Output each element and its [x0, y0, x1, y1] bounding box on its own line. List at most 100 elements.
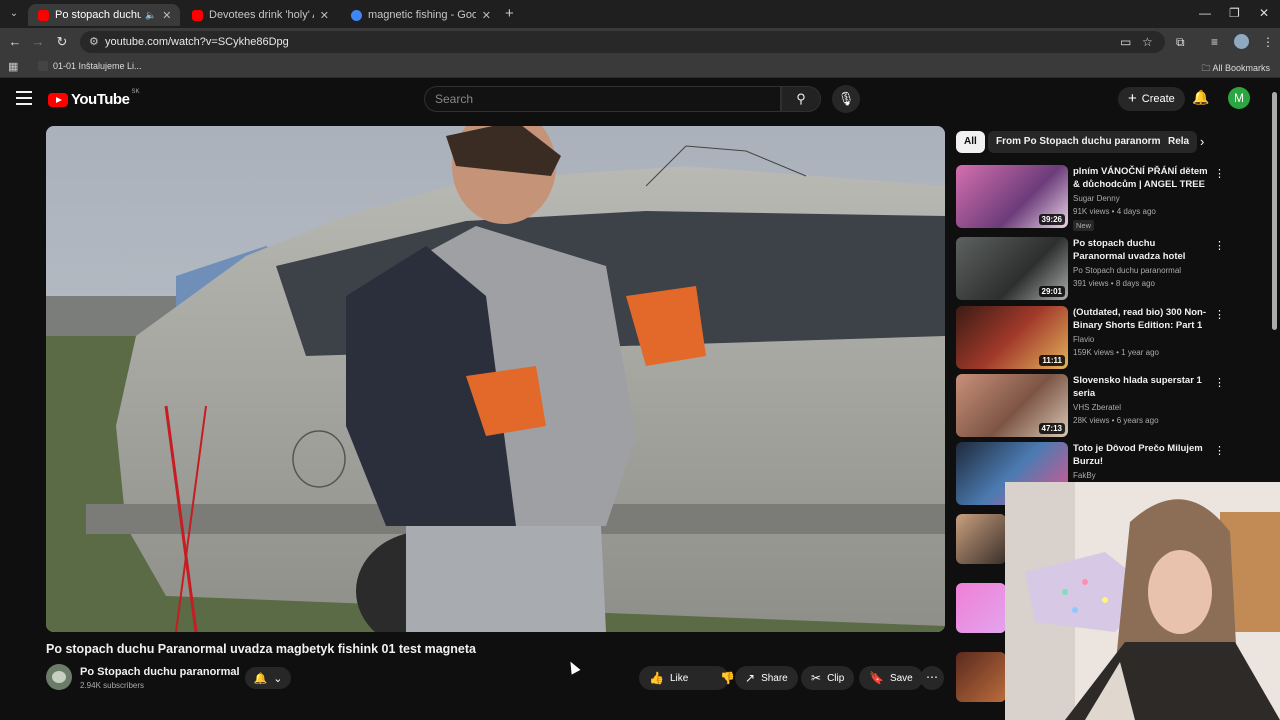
all-bookmarks[interactable]: 🗀 All Bookmarks	[1201, 61, 1270, 77]
tab-youtube-video[interactable]: Po stopach duchu Paranorm 🔈 ✕	[28, 4, 180, 26]
tab-title: Devotees drink 'holy' AC water	[209, 9, 314, 21]
subscriber-count: 2.94K subscribers	[80, 681, 145, 690]
search-icon: ⚲	[796, 91, 806, 106]
back-icon[interactable]: ←	[7, 34, 23, 49]
tab-strip: ⌄ Po stopach duchu Paranorm 🔈 ✕ Devotees…	[0, 0, 1280, 28]
rec-channel[interactable]: VHS Zberatel	[1073, 403, 1121, 412]
youtube-play-icon	[48, 92, 68, 107]
bookmark-icon: 🔖	[869, 671, 884, 685]
kebab-menu-icon[interactable]: ⋮	[1214, 444, 1225, 457]
search-input[interactable]	[435, 92, 765, 106]
browser-window: { "browser": { "tabs": [ {"title": "Po s…	[0, 0, 1280, 720]
kebab-menu-icon[interactable]: ⋮	[1214, 376, 1225, 389]
chevron-down-icon: ⌄	[273, 672, 283, 685]
tab-title: Po stopach duchu Paranorm	[55, 9, 141, 21]
recommendation-item[interactable]: 47:13 Slovensko hlada superstar 1 seria …	[956, 374, 1225, 438]
thumbnail[interactable]: 29:01	[956, 237, 1068, 300]
window-close-icon[interactable]: ✕	[1259, 6, 1269, 20]
close-icon[interactable]: ✕	[320, 9, 329, 22]
page-scrollbar[interactable]	[1272, 92, 1277, 330]
new-tab-button[interactable]: +	[505, 5, 514, 22]
video-player[interactable]	[46, 126, 945, 632]
extensions-icon[interactable]: ⧉	[1176, 35, 1185, 50]
rec-title[interactable]: (Outdated, read bio) 300 Non-Binary Shor…	[1073, 306, 1208, 332]
share-button[interactable]: ↗ Share	[735, 666, 798, 690]
hamburger-menu-icon[interactable]	[16, 91, 32, 109]
cast-icon[interactable]: ▭	[1120, 35, 1131, 49]
save-label: Save	[889, 672, 913, 684]
chip-related[interactable]: Rela	[1160, 131, 1198, 153]
rec-title[interactable]: plním VÁNOČNÍ PŘÁNÍ dětem & důchodcům | …	[1073, 165, 1208, 191]
kebab-menu-icon[interactable]: ⋮	[1214, 239, 1225, 252]
all-bookmarks-label: All Bookmarks	[1212, 63, 1270, 73]
more-actions-icon[interactable]: ⋯	[920, 666, 944, 690]
close-icon[interactable]: ✕	[482, 9, 491, 22]
close-icon[interactable]: ✕	[162, 9, 171, 22]
forward-icon[interactable]: →	[30, 34, 46, 49]
site-info-icon[interactable]: ⚙	[89, 35, 99, 48]
notifications-bell-icon[interactable]: 🔔	[1192, 89, 1209, 106]
rec-meta: 91K views • 4 days ago	[1073, 207, 1156, 216]
bookmark-item[interactable]: 01-01 Inštalujeme Li...	[38, 61, 142, 71]
chip-from-channel[interactable]: From Po Stopach duchu paranormal	[988, 131, 1177, 153]
media-controls-icon[interactable]: ≡	[1211, 35, 1218, 49]
kebab-menu-icon[interactable]: ⋮	[1214, 167, 1225, 180]
kebab-menu-icon[interactable]: ⋮	[1214, 308, 1225, 321]
recommendation-item[interactable]: 39:26 plním VÁNOČNÍ PŘÁNÍ dětem & důchod…	[956, 165, 1225, 231]
tab-google-search[interactable]: magnetic fishing - Google Sear ✕	[341, 4, 499, 26]
chevron-right-icon[interactable]: ›	[1200, 134, 1204, 149]
tab-search-icon[interactable]: ⌄	[6, 6, 22, 22]
rec-title[interactable]: Po stopach duchu Paranormal uvadza hotel…	[1073, 237, 1208, 263]
search-button[interactable]: ⚲	[781, 86, 821, 112]
apps-grid-icon[interactable]: ▦	[8, 60, 18, 73]
rec-title[interactable]: Toto je Dôvod Prečo Milujem Burzu!	[1073, 442, 1208, 468]
audio-icon[interactable]: 🔈	[145, 10, 156, 21]
like-button[interactable]: 👍 Like	[639, 666, 698, 690]
menu-kebab-icon[interactable]: ⋮	[1262, 35, 1274, 49]
rec-channel[interactable]: Sugar Denny	[1073, 194, 1120, 203]
voice-search-button[interactable]: 🎙	[832, 85, 860, 113]
url-text[interactable]: youtube.com/watch?v=SCykhe86Dpg	[105, 36, 289, 48]
recommendation-item[interactable]: 29:01 Po stopach duchu Paranormal uvadza…	[956, 237, 1225, 301]
account-avatar[interactable]: M	[1228, 87, 1250, 109]
video-title: Po stopach duchu Paranormal uvadza magbe…	[46, 642, 476, 656]
thumbnail[interactable]: 11:11	[956, 306, 1068, 369]
channel-avatar[interactable]	[46, 664, 72, 690]
rec-channel[interactable]: Flavio	[1073, 335, 1094, 344]
recommendation-item[interactable]: 11:11 (Outdated, read bio) 300 Non-Binar…	[956, 306, 1225, 370]
restore-icon[interactable]: ❐	[1229, 6, 1240, 20]
youtube-favicon-icon	[192, 9, 203, 21]
channel-name[interactable]: Po Stopach duchu paranormal	[80, 666, 240, 678]
bookmark-star-icon[interactable]: ☆	[1142, 35, 1153, 49]
folder-icon: 🗀	[1201, 63, 1211, 73]
thumbnail[interactable]	[956, 583, 1006, 633]
rec-channel[interactable]: Po Stopach duchu paranormal	[1073, 266, 1181, 275]
youtube-logo[interactable]: YouTube SK	[48, 89, 140, 108]
country-code: SK	[131, 89, 140, 95]
share-icon: ↗	[745, 671, 756, 685]
thumbnail[interactable]	[956, 514, 1006, 564]
filter-chips: All From Po Stopach duchu paranormal Rel…	[956, 131, 1218, 153]
thumbnail[interactable]: 47:13	[956, 374, 1068, 437]
clip-button[interactable]: ✂ Clip	[801, 666, 855, 690]
minimize-icon[interactable]: —	[1199, 6, 1211, 20]
address-bar[interactable]: ⚙ youtube.com/watch?v=SCykhe86Dpg	[80, 31, 1165, 53]
tab-devotees[interactable]: Devotees drink 'holy' AC water ✕	[182, 4, 337, 26]
reload-icon[interactable]: ↻	[54, 34, 70, 50]
subscription-bell-button[interactable]: 🔔 ⌄	[245, 667, 291, 689]
create-button[interactable]: + Create	[1118, 87, 1185, 111]
thumbnail[interactable]	[956, 652, 1006, 702]
thumbs-up-icon: 👍	[649, 671, 664, 685]
rec-channel[interactable]: FakBy	[1073, 471, 1096, 480]
chip-all[interactable]: All	[956, 131, 985, 153]
share-label: Share	[761, 672, 788, 684]
thumbnail[interactable]: 39:26	[956, 165, 1068, 228]
rec-meta: 391 views • 8 days ago	[1073, 279, 1155, 288]
profile-avatar[interactable]	[1234, 34, 1249, 49]
search-box	[424, 86, 781, 112]
save-button[interactable]: 🔖 Save	[859, 666, 923, 690]
duration: 29:01	[1038, 286, 1065, 297]
rec-title[interactable]: Slovensko hlada superstar 1 seria	[1073, 374, 1208, 400]
google-favicon-icon	[351, 9, 362, 21]
new-badge: New	[1073, 220, 1095, 231]
